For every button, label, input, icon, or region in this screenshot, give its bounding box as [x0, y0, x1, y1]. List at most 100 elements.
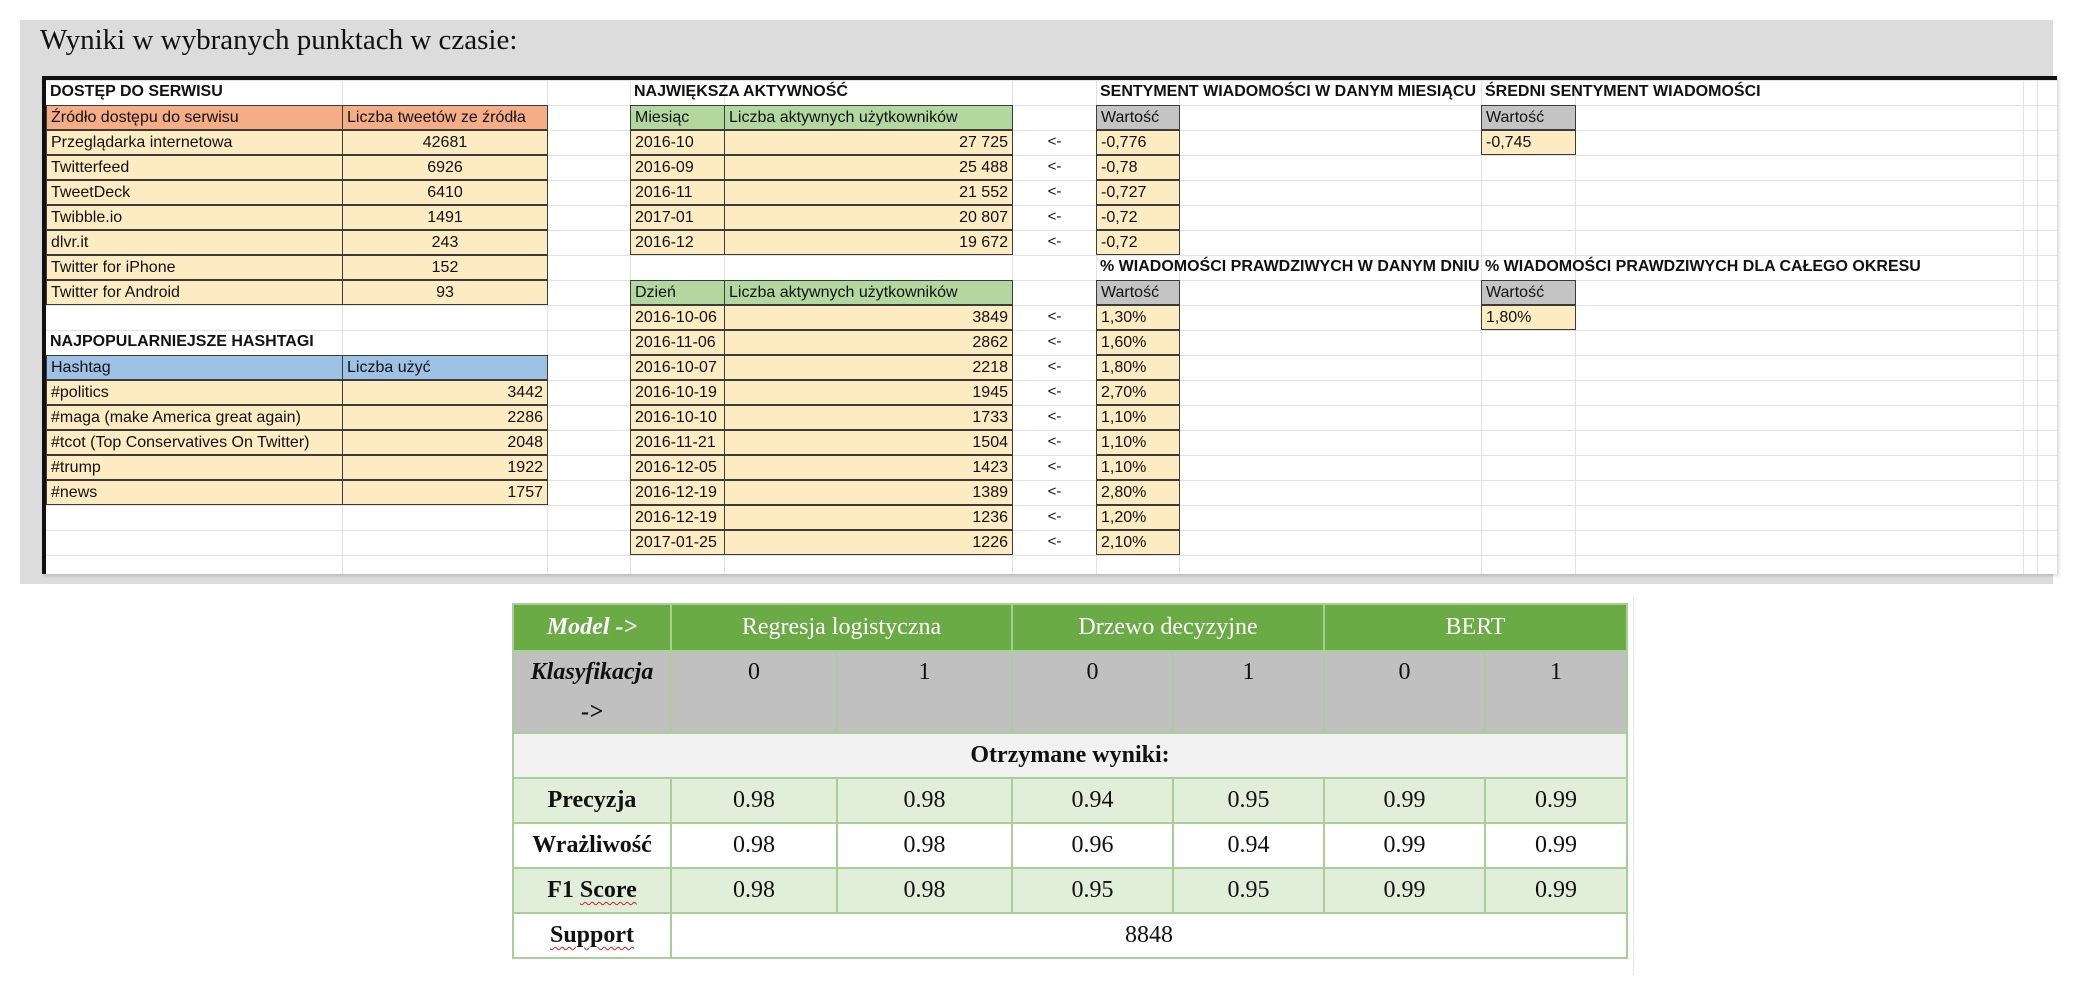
metric-value: 0.99 — [1323, 777, 1486, 824]
arrow-cell: <- — [1047, 358, 1062, 375]
class-cell: 0 — [1323, 650, 1486, 734]
arrow-cell: <- — [1047, 483, 1062, 500]
metric-value: 0.98 — [670, 777, 838, 824]
cell-value: 1,10% — [1096, 430, 1180, 455]
class-cell: 0 — [1011, 650, 1174, 734]
cell-count: 1757 — [342, 480, 548, 505]
cell-day: 2016-12-19 — [630, 505, 725, 530]
section-title-sentiment-month: SENTYMENT WIADOMOŚCI W DANYM MIESIĄCU — [1100, 83, 1476, 100]
support-value: 8848 — [670, 912, 1628, 959]
support-label: Support — [512, 912, 672, 959]
cell-users: 21 552 — [724, 180, 1013, 205]
metric-value: 0.98 — [836, 822, 1013, 869]
cell-source: TweetDeck — [46, 180, 343, 205]
cell-source: Twitter for Android — [46, 280, 343, 305]
column-header: Źródło dostępu do serwisu — [46, 105, 343, 130]
page-title: Wyniki w wybranych punktach w czasie: — [40, 24, 518, 56]
model-decision-tree: Drzewo decyzyjne — [1011, 603, 1325, 652]
cell-month: 2016-12 — [630, 230, 725, 255]
column-header: Liczba aktywnych użytkowników — [724, 280, 1013, 305]
cell-day: 2016-12-05 — [630, 455, 725, 480]
cell-hashtag: #news — [46, 480, 343, 505]
cell-value: 1,60% — [1096, 330, 1180, 355]
section-title-hashtags: NAJPOPULARNIEJSZE HASHTAGI — [50, 333, 314, 350]
arrow-cell: <- — [1047, 408, 1062, 425]
metric-value: 0.99 — [1484, 822, 1628, 869]
cell-month: 2016-11 — [630, 180, 725, 205]
cell-users: 1733 — [724, 405, 1013, 430]
class-cell: 1 — [1172, 650, 1325, 734]
metric-label: Precyzja — [512, 777, 672, 824]
model-label: Model -> — [512, 603, 672, 652]
cell-value: -0,727 — [1096, 180, 1180, 205]
class-header-row: Klasyfikacja -> 0 1 0 1 0 1 — [512, 650, 1628, 734]
cell-day: 2016-12-19 — [630, 480, 725, 505]
column-header: Wartość — [1096, 105, 1180, 130]
cell-count: 2048 — [342, 430, 548, 455]
cell-source: Twitterfeed — [46, 155, 343, 180]
metric-value: 0.98 — [836, 867, 1013, 914]
metric-label-f1: F1 — [547, 877, 580, 903]
cell-count: 152 — [342, 255, 548, 280]
class-cell: 1 — [1484, 650, 1628, 734]
column-header: Wartość — [1096, 280, 1180, 305]
cell-users: 1945 — [724, 380, 1013, 405]
cell-value: -0,78 — [1096, 155, 1180, 180]
metric-value: 0.95 — [1172, 777, 1325, 824]
cell-users: 3849 — [724, 305, 1013, 330]
cell-day: 2016-10-07 — [630, 355, 725, 380]
cell-hashtag: #tcot (Top Conservatives On Twitter) — [46, 430, 343, 455]
metric-row-recall: Wrażliwość 0.98 0.98 0.96 0.94 0.99 0.99 — [512, 822, 1628, 869]
metric-value: 0.99 — [1323, 867, 1486, 914]
cell-count: 1491 — [342, 205, 548, 230]
model-logistic-regression: Regresja logistyczna — [670, 603, 1013, 652]
cell-count: 6926 — [342, 155, 548, 180]
metric-value: 0.98 — [836, 777, 1013, 824]
cell-day: 2016-10-06 — [630, 305, 725, 330]
cell-value: 1,10% — [1096, 405, 1180, 430]
cell-count: 6410 — [342, 180, 548, 205]
metric-label: F1 Score — [512, 867, 672, 914]
cell-users: 19 672 — [724, 230, 1013, 255]
cell-count: 42681 — [342, 130, 548, 155]
support-row: Support 8848 — [512, 912, 1628, 959]
arrow-cell: <- — [1047, 158, 1062, 175]
cell-value: 1,30% — [1096, 305, 1180, 330]
cell-users: 27 725 — [724, 130, 1013, 155]
grid-line — [46, 555, 2057, 556]
arrow-cell: <- — [1047, 433, 1062, 450]
cell-value: 2,10% — [1096, 530, 1180, 555]
cell-value: 2,70% — [1096, 380, 1180, 405]
model-header-row: Model -> Regresja logistyczna Drzewo dec… — [512, 603, 1628, 652]
cell-source: Przeglądarka internetowa — [46, 130, 343, 155]
cell-users: 1236 — [724, 505, 1013, 530]
cell-count: 1922 — [342, 455, 548, 480]
class-label: Klasyfikacja -> — [512, 650, 672, 734]
results-subheader: Otrzymane wyniki: — [512, 732, 1628, 779]
results-table: Model -> Regresja logistyczna Drzewo dec… — [512, 603, 1628, 959]
cell-hashtag: #trump — [46, 455, 343, 480]
metric-value: 0.96 — [1011, 822, 1174, 869]
cell-value: -0,72 — [1096, 230, 1180, 255]
arrow-cell: <- — [1047, 133, 1062, 150]
metric-value: 0.99 — [1484, 867, 1628, 914]
arrow-cell: <- — [1047, 333, 1062, 350]
cell-value: 1,20% — [1096, 505, 1180, 530]
column-header: Miesiąc — [630, 105, 725, 130]
grid-line — [2037, 80, 2038, 574]
cell-count: 93 — [342, 280, 548, 305]
column-header: Wartość — [1481, 280, 1576, 305]
cell-value: -0,72 — [1096, 205, 1180, 230]
arrow-cell: <- — [1047, 508, 1062, 525]
cell-value: -0,776 — [1096, 130, 1180, 155]
cell-value: 1,80% — [1481, 305, 1576, 330]
column-header: Liczba aktywnych użytkowników — [724, 105, 1013, 130]
arrow-cell: <- — [1047, 308, 1062, 325]
results-subheader-row: Otrzymane wyniki: — [512, 732, 1628, 779]
cell-source: Twitter for iPhone — [46, 255, 343, 280]
cell-value: -0,745 — [1481, 130, 1576, 155]
section-title-activity: NAJWIĘKSZA AKTYWNOŚĆ — [634, 83, 848, 100]
class-label-line2: -> — [581, 699, 603, 725]
cell-hashtag: #politics — [46, 380, 343, 405]
cell-users: 1504 — [724, 430, 1013, 455]
